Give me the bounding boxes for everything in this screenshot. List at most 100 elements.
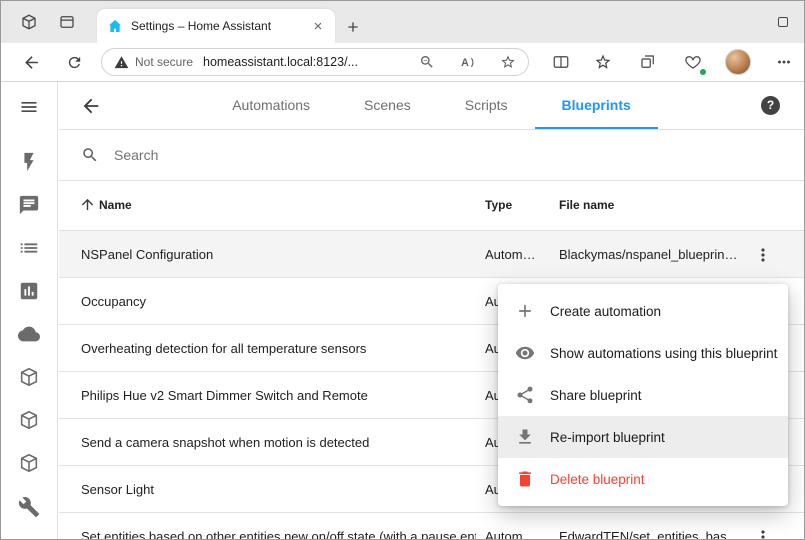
workspaces-button[interactable] — [17, 10, 41, 34]
arrow-back-icon — [22, 53, 41, 72]
add-favorite-button[interactable] — [500, 54, 516, 70]
box-icon — [18, 366, 40, 388]
tab-automations[interactable]: Automations — [205, 82, 337, 129]
row-file: EdwardTEN/set_entities_bas… — [559, 529, 740, 540]
tab-scenes[interactable]: Scenes — [337, 82, 438, 129]
menu-item-share-blueprint[interactable]: Share blueprint — [498, 374, 788, 416]
eye-icon — [515, 343, 535, 363]
trash-icon — [515, 469, 535, 489]
sidebar-item-cloud[interactable] — [17, 322, 41, 346]
restore-window-button[interactable] — [771, 11, 795, 33]
row-file: Blackymas/nspanel_blueprin… — [559, 247, 737, 262]
menu-item-label: Create automation — [550, 304, 661, 319]
status-dot — [699, 68, 707, 76]
sidebar-item-box-1[interactable] — [17, 365, 41, 389]
sidebar-item-logbook[interactable] — [17, 193, 41, 217]
menu-item-label: Delete blueprint — [550, 472, 645, 487]
home-assistant-favicon — [107, 18, 123, 34]
tab-scripts[interactable]: Scripts — [438, 82, 535, 129]
more-vert-icon — [753, 245, 773, 265]
favorites-button[interactable] — [591, 50, 615, 74]
plus-icon — [345, 19, 361, 35]
back-button[interactable] — [19, 50, 43, 74]
split-screen-icon — [552, 53, 570, 71]
sort-asc-icon[interactable] — [79, 196, 96, 213]
menu-item-show-automations[interactable]: Show automations using this blueprint — [498, 332, 788, 374]
warning-icon — [114, 55, 129, 70]
sidebar-item-box-2[interactable] — [17, 408, 41, 432]
workspaces-icon — [20, 13, 38, 31]
sidebar-item-todo-lists[interactable] — [17, 236, 41, 260]
zoom-out-button[interactable] — [419, 54, 435, 70]
box-icon — [18, 409, 40, 431]
address-bar[interactable]: Not secure homeassistant.local:8123/... … — [101, 48, 529, 76]
row-name: NSPanel Configuration — [81, 247, 213, 262]
browser-window: Settings – Home Assistant × Not secure h… — [0, 0, 805, 540]
tab-blueprints[interactable]: Blueprints — [535, 82, 658, 129]
menu-item-reimport-blueprint[interactable]: Re-import blueprint — [498, 416, 788, 458]
cloud-icon — [18, 323, 40, 345]
sidebar-item-developer-tools[interactable] — [17, 495, 41, 519]
menu-item-label: Show automations using this blueprint — [550, 346, 777, 361]
close-tab-button[interactable]: × — [309, 17, 327, 35]
download-icon — [515, 427, 535, 447]
tab-icon — [58, 13, 76, 31]
profile-avatar[interactable] — [725, 49, 751, 75]
search-input[interactable] — [112, 146, 512, 164]
sidebar-menu-button[interactable] — [17, 95, 41, 119]
menu-icon — [19, 97, 39, 117]
row-type: Autom… — [485, 529, 536, 540]
row-name: Set entities based on other entities new… — [81, 529, 476, 540]
table-row[interactable]: Set entities based on other entities new… — [59, 513, 804, 540]
table-row[interactable]: NSPanel Configuration Autom… Blackymas/n… — [59, 231, 804, 278]
menu-item-create-automation[interactable]: Create automation — [498, 290, 788, 332]
read-aloud-button[interactable]: A — [459, 54, 476, 71]
ha-header: Automations Scenes Scripts Blueprints ? — [59, 82, 804, 130]
history-icon — [18, 280, 40, 302]
column-header-file[interactable]: File name — [559, 198, 614, 212]
tab-title: Settings – Home Assistant — [131, 19, 309, 33]
refresh-button[interactable] — [62, 50, 86, 74]
row-overflow-button[interactable] — [750, 524, 776, 540]
logbook-icon — [18, 194, 40, 216]
sidebar-item-box-3[interactable] — [17, 451, 41, 475]
search-row — [59, 130, 804, 181]
split-screen-button[interactable] — [549, 50, 573, 74]
blueprint-context-menu: Create automation Show automations using… — [498, 284, 788, 506]
help-button[interactable]: ? — [761, 96, 780, 115]
menu-item-label: Share blueprint — [550, 388, 642, 403]
browser-navbar: Not secure homeassistant.local:8123/... … — [1, 43, 804, 82]
collections-button[interactable] — [636, 50, 660, 74]
browser-titlebar: Settings – Home Assistant × — [1, 1, 804, 43]
row-name: Overheating detection for all temperatur… — [81, 341, 366, 356]
refresh-icon — [66, 54, 83, 71]
row-name: Philips Hue v2 Smart Dimmer Switch and R… — [81, 388, 368, 403]
row-name: Sensor Light — [81, 482, 154, 497]
favorites-icon — [594, 53, 612, 71]
menu-item-label: Re-import blueprint — [550, 430, 665, 445]
browser-tab[interactable]: Settings – Home Assistant × — [97, 9, 335, 43]
browser-essentials-button[interactable] — [681, 50, 705, 74]
sidebar — [1, 82, 58, 539]
search-icon — [81, 146, 99, 164]
menu-item-delete-blueprint[interactable]: Delete blueprint — [498, 458, 788, 500]
zoom-out-icon — [419, 54, 435, 70]
sidebar-item-history[interactable] — [17, 279, 41, 303]
tab-actions-button[interactable] — [55, 10, 79, 34]
new-tab-button[interactable] — [341, 15, 365, 39]
sidebar-item-energy[interactable] — [17, 150, 41, 174]
security-label: Not secure — [135, 55, 193, 69]
energy-icon — [18, 151, 40, 173]
ha-tab-bar: Automations Scenes Scripts Blueprints — [59, 82, 804, 129]
column-header-name[interactable]: Name — [99, 198, 132, 212]
more-vert-icon — [753, 527, 773, 540]
row-name: Occupancy — [81, 294, 146, 309]
collections-icon — [639, 53, 657, 71]
browser-menu-button[interactable] — [772, 50, 796, 74]
developer-tools-icon — [18, 496, 40, 518]
row-name: Send a camera snapshot when motion is de… — [81, 435, 369, 450]
row-overflow-button[interactable] — [750, 242, 776, 268]
column-header-type[interactable]: Type — [485, 198, 512, 212]
svg-text:A: A — [461, 57, 469, 69]
plus-icon — [515, 301, 535, 321]
